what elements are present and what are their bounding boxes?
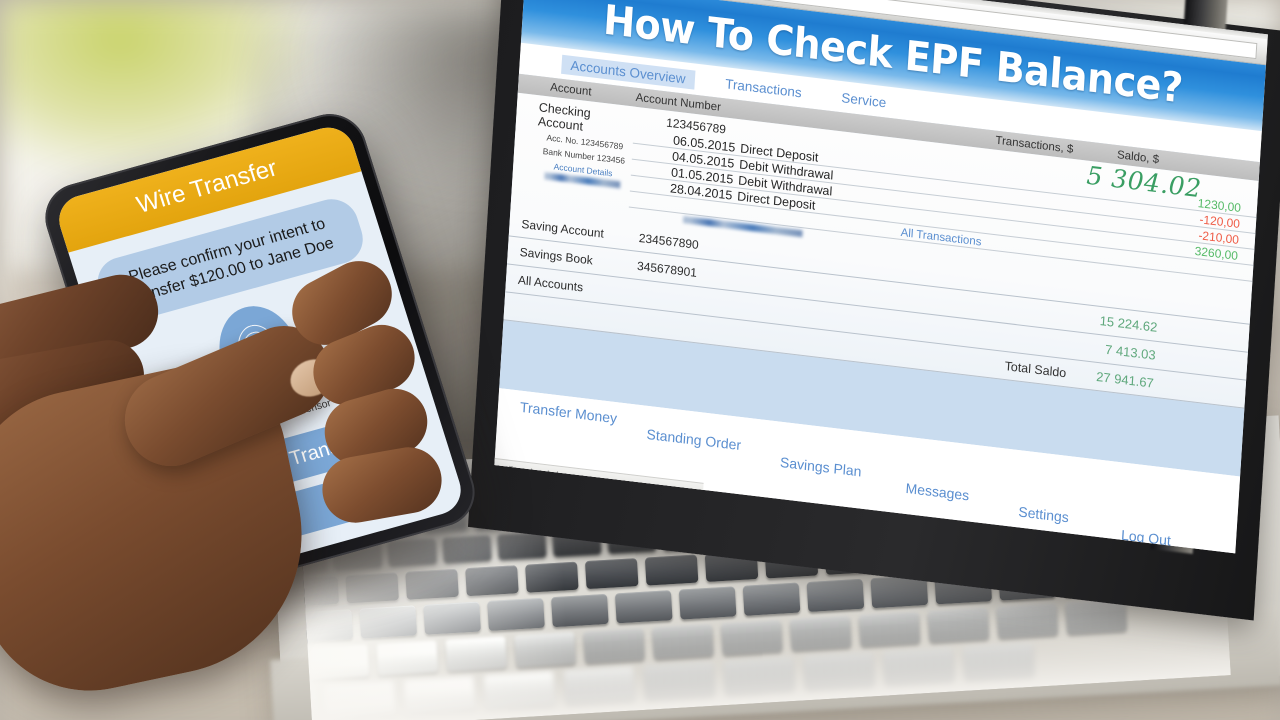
keyboard-key[interactable]	[858, 611, 921, 647]
keyboard-key[interactable]	[651, 623, 714, 660]
keyboard-key[interactable]	[882, 647, 955, 686]
keyboard-key[interactable]	[643, 661, 716, 700]
laptop-screen: ←· C X Bank http://www. How To Check EPF…	[494, 0, 1268, 554]
keyboard-key[interactable]	[720, 619, 783, 656]
footer-link-messages[interactable]: Messages	[905, 480, 969, 504]
keyboard-key[interactable]	[789, 615, 852, 652]
footer-link-settings[interactable]: Settings	[1018, 503, 1069, 525]
keyboard-key[interactable]	[551, 593, 609, 628]
supporting-hand	[250, 249, 550, 660]
checking-account-info: Checking Account Acc. No. 123456789 Bank…	[511, 98, 635, 217]
keyboard-key[interactable]	[614, 590, 673, 624]
keyboard-key[interactable]	[723, 657, 796, 696]
keyboard-key[interactable]	[678, 586, 737, 620]
keyboard-key[interactable]	[1065, 599, 1128, 635]
keyboard-key[interactable]	[584, 558, 639, 590]
account-saldo: 15 224.62	[1099, 312, 1158, 335]
keyboard-key[interactable]	[563, 666, 636, 705]
keyboard-key[interactable]	[927, 607, 990, 643]
footer-link-standing-order[interactable]: Standing Order	[646, 426, 741, 453]
footer-link-savings-plan[interactable]: Savings Plan	[780, 454, 862, 480]
tab-service[interactable]: Service	[832, 87, 896, 113]
keyboard-key[interactable]	[962, 642, 1035, 681]
keyboard-key[interactable]	[583, 627, 645, 664]
keyboard-key[interactable]	[802, 652, 875, 691]
total-saldo-label: Total Saldo	[1004, 358, 1067, 380]
keyboard-key[interactable]	[644, 554, 699, 586]
keyboard-key[interactable]	[806, 578, 865, 613]
account-saldo: 7 413.03	[1104, 341, 1157, 363]
total-saldo-value: 27 941.67	[1095, 368, 1155, 391]
keyboard-key[interactable]	[996, 603, 1059, 639]
keyboard-key[interactable]	[742, 582, 801, 616]
keyboard-key[interactable]	[483, 671, 556, 710]
